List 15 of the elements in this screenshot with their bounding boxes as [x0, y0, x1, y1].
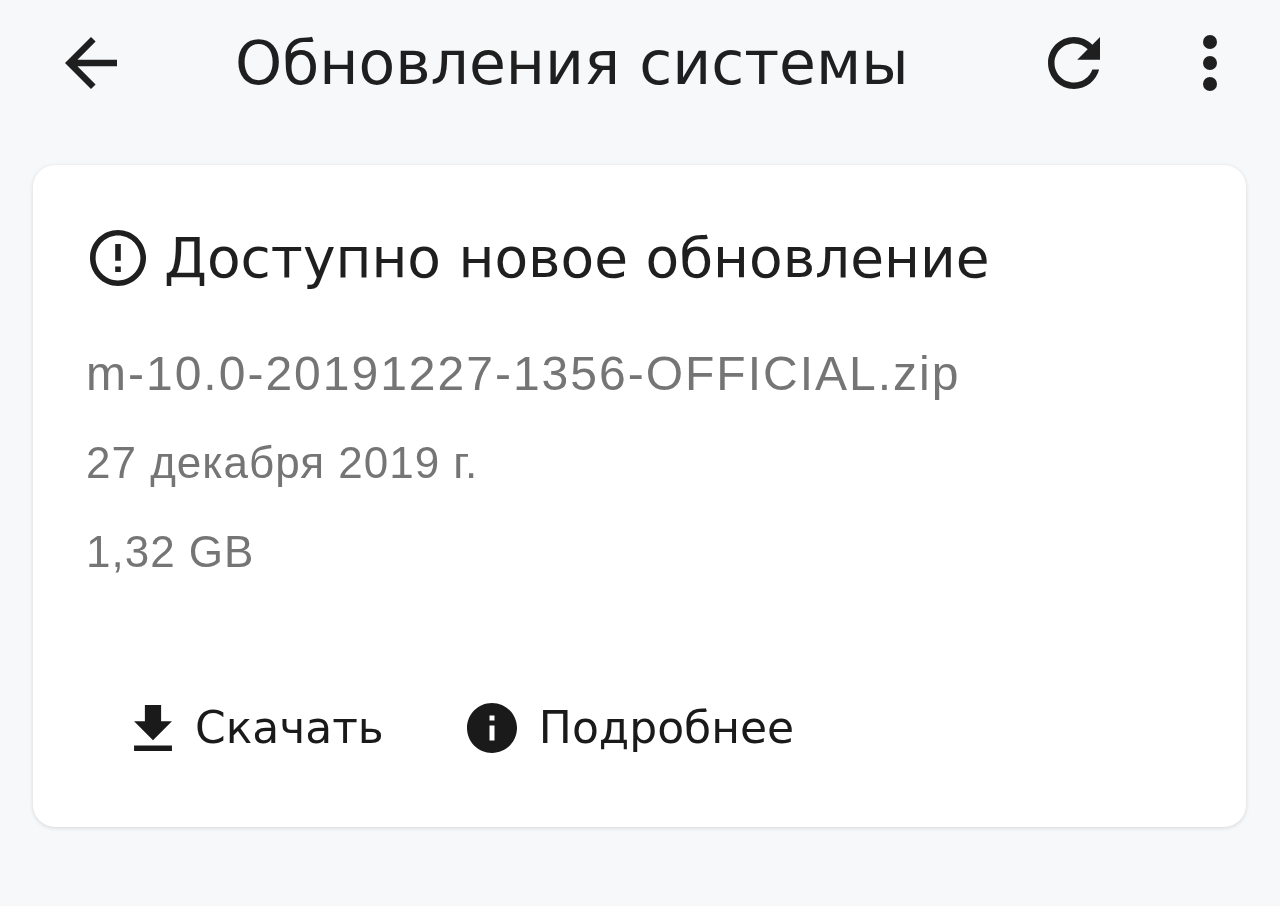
- release-date: 27 декабря 2019 г.: [86, 438, 479, 489]
- back-arrow-icon: [65, 37, 117, 89]
- details-button[interactable]: Подробнее: [460, 692, 801, 764]
- more-vertical-icon: [1203, 35, 1217, 91]
- back-button[interactable]: [65, 37, 117, 89]
- screen-title: Обновления системы: [235, 28, 909, 98]
- download-icon: [133, 704, 173, 751]
- update-headline: Доступно новое обновление: [164, 226, 990, 290]
- info-icon: [466, 702, 517, 753]
- refresh-button[interactable]: [1048, 37, 1100, 89]
- download-button[interactable]: Скачать: [127, 692, 390, 764]
- file-name: m-10.0-20191227-1356-OFFICIAL.zip: [86, 346, 961, 402]
- file-size: 1,32 GB: [86, 526, 255, 578]
- more-options-button[interactable]: [1203, 35, 1217, 91]
- refresh-icon: [1048, 37, 1100, 89]
